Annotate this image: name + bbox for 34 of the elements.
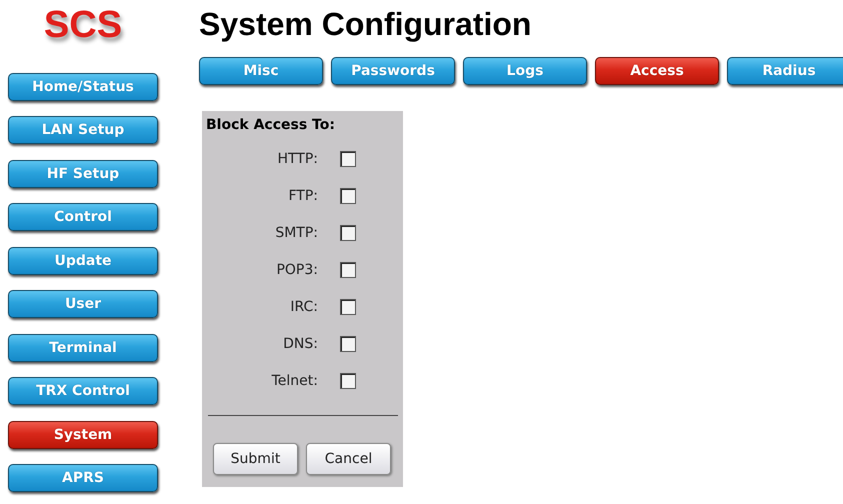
nav-button[interactable]: APRS (8, 464, 158, 492)
logo: SCS (44, 6, 122, 44)
nav-button[interactable]: Control (8, 203, 158, 231)
option-label: SMTP: (274, 224, 318, 240)
tab[interactable]: Passwords (331, 57, 455, 85)
nav-button[interactable]: Home/Status (8, 72, 158, 100)
page-title: System Configuration (199, 5, 532, 44)
tab[interactable]: Access (595, 57, 719, 85)
checkbox[interactable] (340, 262, 356, 278)
nav-button[interactable]: HF Setup (8, 160, 158, 188)
nav-button[interactable]: User (8, 290, 158, 318)
form-button[interactable]: Submit (213, 443, 298, 475)
option-label: HTTP: (276, 150, 318, 166)
tab[interactable]: Logs (463, 57, 587, 85)
form-button[interactable]: Cancel (306, 443, 391, 475)
nav-button[interactable]: System (8, 420, 158, 448)
checkbox[interactable] (340, 372, 356, 388)
option-label: IRC: (289, 298, 318, 314)
checkbox[interactable] (340, 188, 356, 204)
tab[interactable]: Radius (727, 57, 843, 85)
checkbox[interactable] (340, 298, 356, 314)
nav-button[interactable]: Update (8, 246, 158, 274)
checkbox[interactable] (340, 336, 356, 352)
tab[interactable]: Misc (199, 57, 323, 85)
nav-button[interactable]: Terminal (8, 334, 158, 362)
nav-button[interactable]: TRX Control (8, 377, 158, 405)
option-label: FTP: (287, 188, 318, 204)
nav-button[interactable]: LAN Setup (8, 116, 158, 144)
option-label: POP3: (275, 262, 318, 278)
checkbox[interactable] (340, 224, 356, 240)
option-label: Telnet: (270, 372, 318, 388)
checkbox[interactable] (340, 150, 356, 166)
option-label: DNS: (282, 336, 318, 352)
form-heading: Block Access To: (206, 117, 336, 133)
